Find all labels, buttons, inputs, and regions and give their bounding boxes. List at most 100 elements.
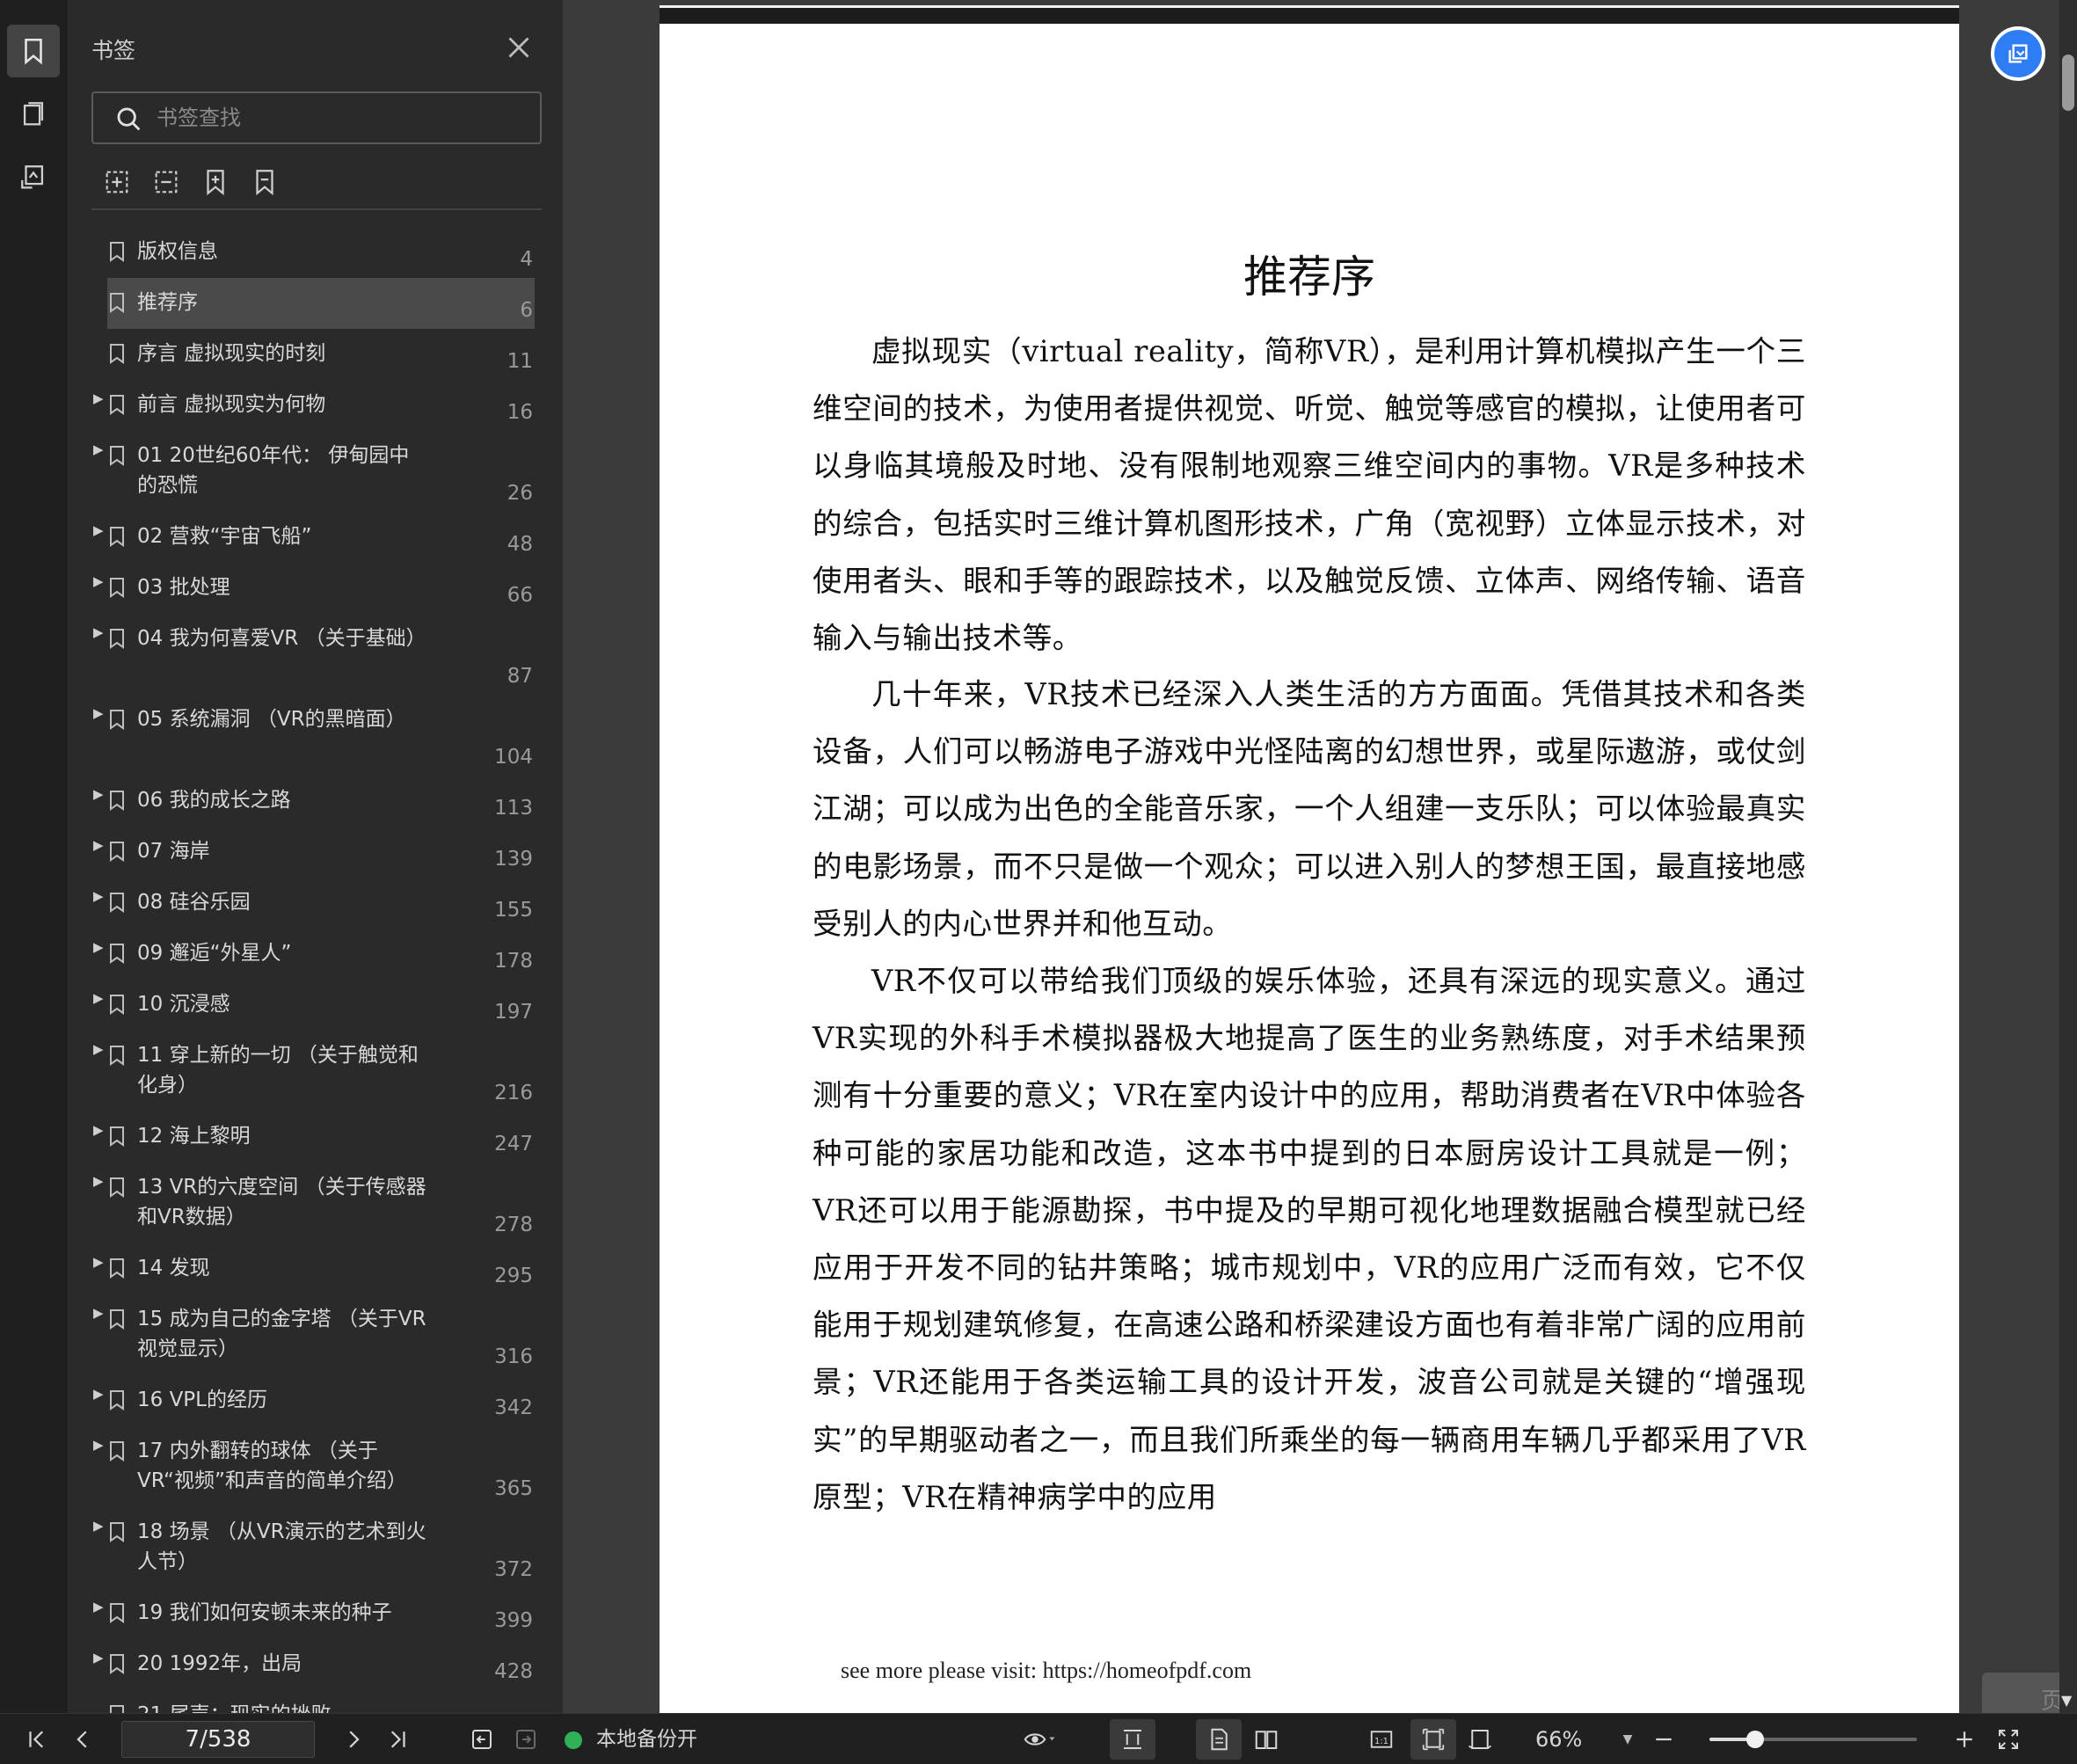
single-page-button[interactable] [1196, 1714, 1242, 1764]
bookmark-item[interactable]: ▶ 16 VPL的经历 342 [69, 1375, 543, 1426]
two-page-button[interactable] [1243, 1714, 1289, 1764]
convert-button[interactable] [1991, 26, 2045, 81]
collapse-all-icon[interactable] [151, 167, 181, 197]
expand-arrow-icon[interactable]: ▶ [93, 1173, 104, 1189]
bookmark-item[interactable]: ▶ 07 海岸 139 [69, 827, 543, 878]
expand-arrow-icon[interactable]: ▶ [93, 1254, 104, 1270]
bookmark-item[interactable]: ▶ 06 我的成长之路 113 [69, 776, 543, 827]
bookmark-search[interactable] [91, 91, 542, 144]
fit-page-button[interactable] [1410, 1714, 1456, 1764]
first-page-button[interactable] [18, 1714, 56, 1764]
bookmark-item[interactable]: ▶ 17 内外翻转的球体 （关于VR“视频”和声音的简单介绍） 365 [69, 1426, 543, 1507]
fullscreen-button[interactable] [1991, 1714, 2026, 1764]
zoom-out-button[interactable] [1648, 1714, 1680, 1764]
bookmark-item[interactable]: ▶ 01 20世纪60年代： 伊甸园中的恐慌 26 [69, 431, 543, 512]
bookmark-label: 18 场景 （从VR演示的艺术到火人节） [137, 1520, 426, 1573]
expand-arrow-icon[interactable]: ▶ [93, 837, 104, 853]
expand-arrow-icon[interactable]: ▶ [93, 1041, 104, 1057]
bookmark-item[interactable]: ▶ 15 成为自己的金字塔 （关于VR视觉显示） 316 [69, 1294, 543, 1375]
expand-arrow-icon[interactable]: ▶ [93, 573, 104, 589]
document-page: 推荐序 虚拟现实（virtual reality，简称VR），是利用计算机模拟产… [660, 24, 2077, 1731]
bookmark-item[interactable]: ▶ 19 我们如何安顿未来的种子 399 [69, 1588, 543, 1639]
footer-link[interactable]: see more please visit: https://homeofpdf… [841, 1658, 1251, 1684]
bookmark-item[interactable]: ▶ 14 发现 295 [69, 1243, 543, 1294]
bookmark-item[interactable]: ▶ 20 1992年，出局 428 [69, 1639, 543, 1690]
thumbnails-panel-button[interactable] [7, 88, 60, 141]
bookmark-page-number: 278 [494, 1214, 533, 1236]
zoom-level[interactable]: 66% [1535, 1714, 1582, 1764]
bookmark-search-input[interactable] [157, 100, 526, 135]
close-icon[interactable] [503, 32, 535, 63]
bookmark-label: 10 沉浸感 [137, 993, 230, 1016]
expand-arrow-icon[interactable]: ▶ [93, 939, 104, 955]
bookmark-icon [110, 1654, 124, 1674]
page-number-input[interactable] [122, 1722, 314, 1757]
bookmark-item[interactable]: ▶ 02 营救“宇宙飞船” 48 [69, 512, 543, 563]
bookmark-page-number: 26 [506, 482, 533, 505]
bookmark-item[interactable]: ▶ 18 场景 （从VR演示的艺术到火人节） 372 [69, 1507, 543, 1588]
expand-all-icon[interactable] [102, 167, 132, 197]
zoom-in-button[interactable] [1949, 1714, 1980, 1764]
bookmark-label: 序言 虚拟现实的时刻 [137, 342, 326, 365]
bookmark-panel: 书签 版权信息 4 推荐序 6 序言 虚拟现实的时刻 11 ▶ 前言 虚拟现实为何物 16 ▶ 01… [69, 0, 626, 1713]
bookmark-icon [110, 395, 124, 415]
eye-protection-button[interactable] [1013, 1714, 1066, 1764]
bookmark-icon [110, 944, 124, 964]
bookmark-item[interactable]: ▶ 13 VR的六度空间 （关于传感器和VR数据） 278 [69, 1163, 543, 1243]
last-page-icon [390, 1731, 405, 1748]
bookmark-item[interactable]: ▶ 09 邂逅“外星人” 178 [69, 929, 543, 980]
bookmark-item[interactable]: ▶ 前言 虚拟现实为何物 16 [69, 380, 543, 431]
bookmark-item[interactable]: ▶ 03 批处理 66 [69, 563, 543, 614]
bookmark-icon [110, 1705, 124, 1713]
continuous-scroll-button[interactable] [1110, 1714, 1155, 1764]
bookmark-item[interactable]: 21 尾声：现实的挫败447 [69, 1690, 543, 1713]
paragraph-3: VR不仅可以带给我们顶级的娱乐体验，还具有深远的现实意义。通过VR实现的外科手术… [813, 964, 1806, 1514]
bookmark-item[interactable]: ▶ 08 硅谷乐园 155 [69, 878, 543, 929]
expand-arrow-icon[interactable]: ▶ [93, 441, 104, 457]
bookmark-item[interactable]: ▶ 12 海上黎明 247 [69, 1112, 543, 1163]
bookmark-item[interactable]: ▶ 10 沉浸感 197 [69, 980, 543, 1031]
document-scroll-thumb[interactable] [2062, 55, 2074, 111]
zoom-dropdown-icon[interactable]: ▼ [1614, 1714, 1641, 1764]
go-forward-button[interactable] [506, 1714, 545, 1764]
annotations-panel-button[interactable] [7, 151, 60, 204]
scroll-down-arrow-icon[interactable]: ▼ [2061, 1692, 2072, 1709]
expand-arrow-icon[interactable]: ▶ [93, 888, 104, 904]
zoom-slider-handle[interactable] [1746, 1731, 1764, 1748]
annotation-icon [21, 165, 44, 189]
bookmark-item[interactable]: ▶ 04 我为何喜爱VR （关于基础） 87 [69, 614, 543, 695]
expand-arrow-icon[interactable]: ▶ [93, 990, 104, 1006]
bookmark-item[interactable]: ▶ 05 系统漏洞 （VR的黑暗面） 104 [69, 695, 543, 776]
expand-arrow-icon[interactable]: ▶ [93, 1386, 104, 1402]
expand-arrow-icon[interactable]: ▶ [93, 786, 104, 802]
expand-arrow-icon[interactable]: ▶ [93, 390, 104, 406]
expand-arrow-icon[interactable]: ▶ [93, 1305, 104, 1321]
go-back-button[interactable] [463, 1714, 501, 1764]
add-bookmark-icon[interactable] [200, 167, 230, 197]
next-page-button[interactable] [334, 1714, 373, 1764]
bookmark-panel-button[interactable] [7, 25, 60, 77]
expand-arrow-icon[interactable]: ▶ [93, 1599, 104, 1615]
expand-arrow-icon[interactable]: ▶ [93, 1122, 104, 1138]
toolbar-divider [91, 208, 542, 210]
page-number-box[interactable] [121, 1721, 315, 1758]
remove-bookmark-icon[interactable] [250, 167, 280, 197]
expand-arrow-icon[interactable]: ▶ [93, 522, 104, 538]
previous-page-button[interactable] [63, 1714, 102, 1764]
bookmark-label: 14 发现 [137, 1257, 210, 1279]
bookmark-item[interactable]: 版权信息 4 [69, 227, 543, 278]
expand-arrow-icon[interactable]: ▶ [93, 1518, 104, 1534]
bookmark-item[interactable]: 序言 虚拟现实的时刻 11 [69, 329, 543, 380]
expand-arrow-icon[interactable]: ▶ [93, 1437, 104, 1453]
bookmark-item[interactable]: 推荐序 6 [69, 278, 543, 329]
expand-arrow-icon[interactable]: ▶ [93, 705, 104, 721]
last-page-button[interactable] [378, 1714, 417, 1764]
fit-width-button[interactable] [1460, 1714, 1500, 1764]
expand-arrow-icon[interactable]: ▶ [93, 1650, 104, 1666]
expand-arrow-icon[interactable]: ▶ [93, 624, 104, 640]
actual-size-button[interactable]: 1:1 [1361, 1714, 1402, 1764]
document-scrollbar[interactable] [2059, 0, 2077, 1713]
bookmark-label: 19 我们如何安顿未来的种子 [137, 1601, 392, 1624]
backup-status-label[interactable]: 本地备份开 [596, 1714, 697, 1764]
bookmark-item[interactable]: ▶ 11 穿上新的一切 （关于触觉和化身） 216 [69, 1031, 543, 1112]
